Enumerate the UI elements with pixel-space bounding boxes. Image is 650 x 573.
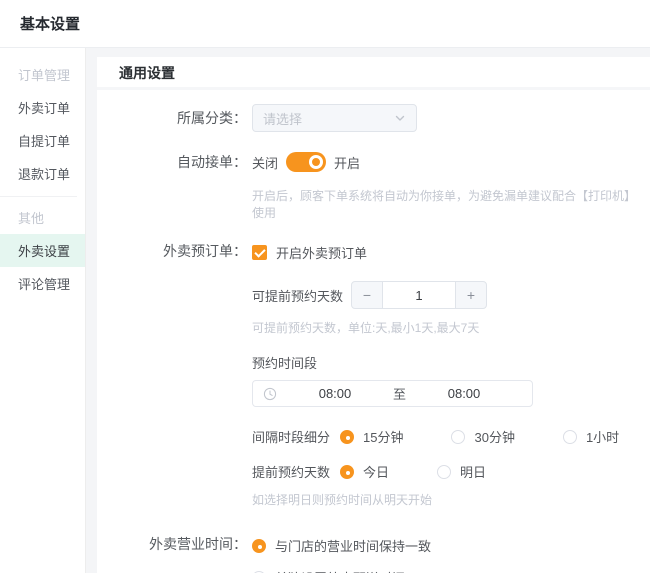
sidebar: 订单管理 外卖订单 自提订单 退款订单 其他 外卖设置 评论管理 [0, 48, 86, 573]
auto-accept-label: 自动接单： [177, 154, 247, 170]
preorder-enable-checkbox[interactable]: 开启外卖预订单 [252, 243, 367, 262]
timeslot-label: 预约时间段 [252, 356, 318, 371]
preorder-enable-label: 开启外卖预订单 [276, 246, 368, 261]
general-settings-card: 通用设置 所属分类： 请选择 自动接单： 关闭 开启 开启后，顾客下单系统将自动… [97, 57, 650, 573]
auto-accept-off-label: 关闭 [252, 155, 279, 171]
radio-interval-1hour[interactable]: 1小时 [562, 427, 619, 446]
stepper-increase-button[interactable]: + [455, 281, 488, 309]
settings-form: 所属分类： 请选择 自动接单： 关闭 开启 开启后，顾客下单系统将自动为你接单，… [97, 90, 650, 573]
radio-selected-icon [340, 464, 355, 479]
business-hours-row: 外卖营业时间： 与门店的营业时间保持一致 单独设置外卖配送时间 [97, 536, 636, 573]
advance-day-radio-group: 提前预约天数 今日 明日 [252, 462, 636, 481]
sidebar-item-takeout-orders[interactable]: 外卖订单 [0, 91, 85, 124]
advance-day-hint: 如选择明日则预约时间从明天开始 [252, 493, 433, 507]
auto-accept-hint: 开启后，顾客下单系统将自动为你接单，为避免漏单建议配合【打印机】使用 [252, 189, 637, 220]
sidebar-item-takeout-settings[interactable]: 外卖设置 [0, 234, 85, 267]
page-title: 基本设置 [20, 16, 81, 33]
radio-unselected-icon [562, 429, 577, 444]
advance-days-hint: 可提前预约天数，单位:天,最小1天,最大7天 [252, 321, 480, 335]
auto-accept-toggle[interactable] [286, 152, 327, 172]
sidebar-item-refund-orders[interactable]: 退款订单 [0, 157, 85, 190]
category-label: 所属分类： [177, 110, 247, 126]
advance-days-label: 可提前预约天数 [252, 288, 344, 304]
reservation-time-range-picker[interactable]: 08:00 至 08:00 [252, 380, 533, 407]
interval-radio-group: 间隔时段细分 15分钟 30分钟 1小时 [252, 427, 636, 446]
category-select[interactable]: 请选择 [252, 104, 417, 132]
radio-today[interactable]: 今日 [340, 462, 389, 481]
layout: 订单管理 外卖订单 自提订单 退款订单 其他 外卖设置 评论管理 通用设置 所属… [0, 48, 650, 573]
stepper-decrease-button[interactable]: − [351, 281, 384, 309]
sidebar-item-comment-management[interactable]: 评论管理 [0, 267, 85, 300]
radio-custom-delivery-hours[interactable]: 单独设置外卖配送时间 [252, 568, 636, 573]
radio-selected-icon [340, 429, 355, 444]
sidebar-divider [0, 196, 77, 197]
toggle-knob-icon [309, 155, 324, 169]
radio-unselected-icon [437, 464, 452, 479]
chevron-down-icon [395, 115, 405, 121]
auto-accept-switch-line: 关闭 开启 [252, 148, 636, 176]
panel-title: 通用设置 [97, 57, 650, 90]
sidebar-section-other: 其他 [18, 211, 45, 226]
time-range-separator: 至 [393, 387, 407, 402]
radio-interval-30min[interactable]: 30分钟 [451, 427, 515, 446]
radio-tomorrow[interactable]: 明日 [437, 462, 486, 481]
auto-accept-row: 自动接单： 关闭 开启 开启后，顾客下单系统将自动为你接单，为避免漏单建议配合【… [97, 148, 636, 221]
start-time-value[interactable]: 08:00 [277, 386, 393, 401]
business-hours-label: 外卖营业时间： [149, 536, 247, 552]
category-select-placeholder: 请选择 [263, 111, 303, 127]
end-time-value[interactable]: 08:00 [406, 386, 522, 401]
advance-days-stepper: − + [351, 281, 488, 309]
advance-days-line: 可提前预约天数 − + [252, 281, 636, 309]
radio-interval-15min[interactable]: 15分钟 [340, 427, 403, 446]
radio-unselected-icon [451, 429, 466, 444]
preorder-label: 外卖预订单： [163, 243, 247, 259]
radio-same-as-store-hours[interactable]: 与门店的营业时间保持一致 [252, 536, 588, 555]
preorder-row: 外卖预订单： 开启外卖预订单 可提前预约天数 − + [97, 243, 636, 508]
advance-days-input[interactable] [383, 281, 456, 309]
takeout-settings-page: 基本设置 订单管理 外卖订单 自提订单 退款订单 其他 外卖设置 评论管理 通用… [0, 0, 650, 573]
auto-accept-on-label: 开启 [334, 155, 361, 171]
advance-day-label: 提前预约天数 [252, 465, 331, 480]
sidebar-item-pickup-orders[interactable]: 自提订单 [0, 124, 85, 157]
interval-label: 间隔时段细分 [252, 430, 331, 445]
sidebar-section-order-management: 订单管理 [18, 68, 71, 83]
category-row: 所属分类： 请选择 [97, 104, 636, 132]
topbar: 基本设置 [0, 0, 650, 48]
radio-selected-icon [252, 538, 266, 553]
checkbox-checked-icon [252, 245, 267, 260]
clock-icon [263, 387, 277, 400]
